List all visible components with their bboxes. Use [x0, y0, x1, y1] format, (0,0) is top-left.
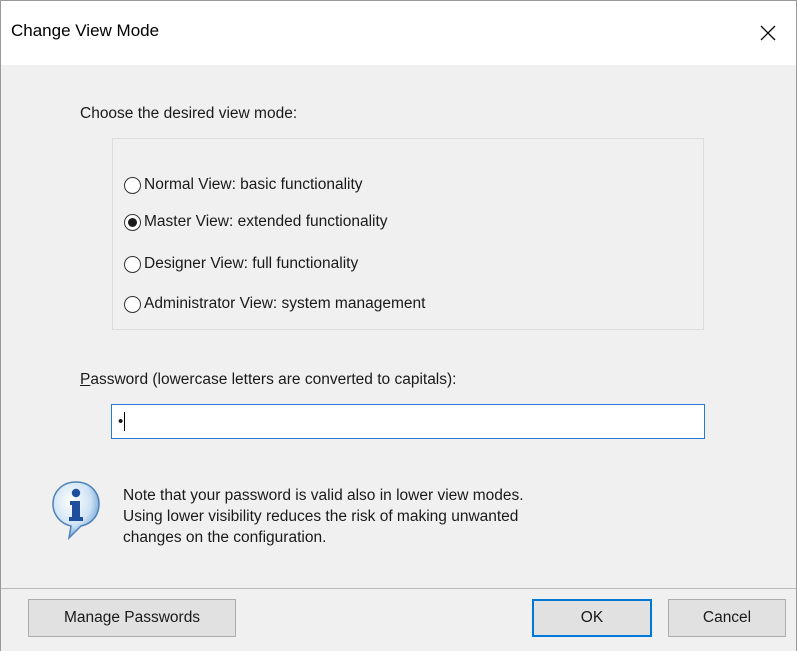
ok-button[interactable]: OK: [532, 599, 652, 637]
dialog-title: Change View Mode: [11, 21, 160, 40]
password-value: •: [118, 413, 124, 430]
dialog-window: Change View Mode Choose the desired view…: [0, 0, 797, 651]
text-caret: [124, 412, 126, 431]
password-label: Password (lowercase letters are converte…: [80, 371, 456, 389]
radio-normal-view[interactable]: Normal View: basic functionality: [124, 176, 363, 194]
radio-selected-dot: [128, 217, 137, 227]
radio-administrator-view[interactable]: Administrator View: system management: [124, 295, 425, 313]
radio-button[interactable]: [124, 295, 141, 313]
close-icon: [760, 25, 776, 41]
manage-passwords-button[interactable]: Manage Passwords: [28, 599, 236, 637]
radio-label: Administrator View: system management: [144, 295, 426, 312]
info-note: Note that your password is valid also in…: [123, 485, 524, 548]
password-label-text: assword (lowercase letters are converted…: [90, 371, 457, 388]
note-line: Using lower visibility reduces the risk …: [123, 508, 519, 525]
cancel-button[interactable]: Cancel: [668, 599, 786, 637]
title-bar: Change View Mode: [1, 1, 796, 65]
radio-label: Master View: extended functionality: [144, 213, 388, 230]
close-button[interactable]: [740, 1, 796, 65]
radio-designer-view[interactable]: Designer View: full functionality: [124, 255, 358, 273]
radio-master-view[interactable]: Master View: extended functionality: [124, 213, 388, 231]
button-bar: Manage Passwords OK Cancel: [1, 588, 796, 651]
info-icon: [52, 481, 100, 541]
dialog-content: Choose the desired view mode: Normal Vie…: [1, 65, 796, 588]
radio-button[interactable]: [124, 176, 141, 194]
password-label-accelerator: P: [80, 371, 91, 388]
password-input[interactable]: •: [111, 404, 705, 439]
radio-button[interactable]: [124, 255, 141, 273]
view-mode-prompt: Choose the desired view mode:: [80, 105, 298, 122]
radio-button[interactable]: [124, 213, 141, 231]
note-line: changes on the configuration.: [123, 529, 327, 546]
note-line: Note that your password is valid also in…: [123, 487, 524, 504]
radio-label: Designer View: full functionality: [144, 255, 359, 272]
view-mode-group: Normal View: basic functionality Master …: [112, 138, 704, 330]
radio-label: Normal View: basic functionality: [144, 176, 363, 193]
